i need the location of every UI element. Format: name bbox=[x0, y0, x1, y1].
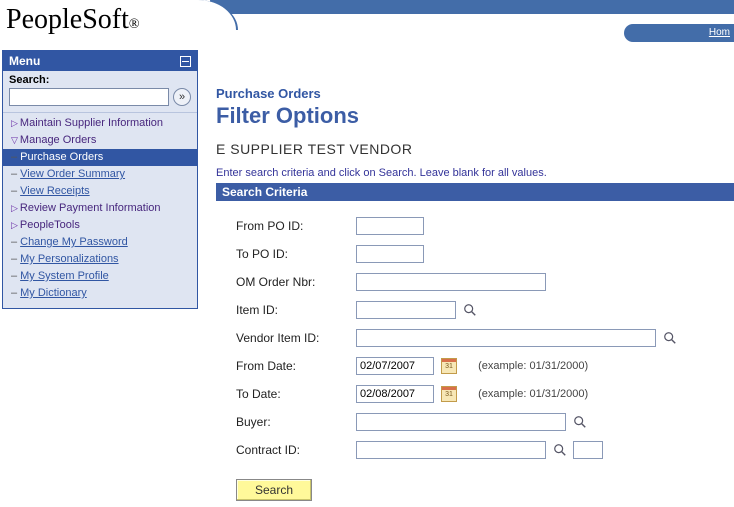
menu-header: Menu bbox=[3, 51, 197, 71]
main-content: Purchase Orders Filter Options E SUPPLIE… bbox=[200, 48, 734, 501]
from-date-example: (example: 01/31/2000) bbox=[478, 360, 588, 372]
search-hint: Enter search criteria and click on Searc… bbox=[216, 167, 734, 179]
menu-title: Menu bbox=[9, 54, 40, 68]
vendor-item-input[interactable] bbox=[356, 329, 656, 347]
logo: PeopleSoft® bbox=[6, 4, 140, 36]
search-button[interactable]: Search bbox=[236, 479, 312, 501]
sidebar-item-purchase-orders[interactable]: –Purchase Orders bbox=[3, 149, 197, 166]
sidebar-item-change-password[interactable]: –Change My Password bbox=[3, 234, 197, 251]
sidebar-item-system-profile[interactable]: –My System Profile bbox=[3, 268, 197, 285]
to-date-label: To Date: bbox=[236, 387, 356, 401]
item-id-label: Item ID: bbox=[236, 303, 356, 317]
collapse-icon[interactable] bbox=[180, 56, 191, 67]
menu-list: ▷Maintain Supplier Information ▽Manage O… bbox=[3, 113, 197, 308]
sidebar-item-view-order-summary[interactable]: –View Order Summary bbox=[3, 166, 197, 183]
triangle-icon: ▷ bbox=[11, 203, 18, 213]
menu-search-input[interactable] bbox=[9, 88, 169, 106]
to-po-input[interactable] bbox=[356, 245, 424, 263]
contract-input[interactable] bbox=[356, 441, 546, 459]
calendar-icon[interactable] bbox=[441, 358, 457, 374]
sidebar-item-personalizations[interactable]: –My Personalizations bbox=[3, 251, 197, 268]
sidebar: Menu Search: » ▷Maintain Supplier Inform… bbox=[0, 48, 200, 311]
from-po-input[interactable] bbox=[356, 217, 424, 235]
page-title: Filter Options bbox=[216, 103, 734, 129]
home-link[interactable]: Hom bbox=[709, 27, 730, 38]
menu-search: Search: » bbox=[3, 71, 197, 113]
contract-label: Contract ID: bbox=[236, 443, 356, 457]
sidebar-item-review-payment[interactable]: ▷Review Payment Information bbox=[3, 200, 197, 217]
lookup-icon[interactable] bbox=[572, 414, 588, 430]
menu-search-go-icon[interactable]: » bbox=[173, 88, 191, 106]
vendor-item-label: Vendor Item ID: bbox=[236, 331, 356, 345]
to-date-example: (example: 01/31/2000) bbox=[478, 388, 588, 400]
lookup-icon[interactable] bbox=[462, 302, 478, 318]
buyer-input[interactable] bbox=[356, 413, 566, 431]
sidebar-item-maintain-supplier[interactable]: ▷Maintain Supplier Information bbox=[3, 115, 197, 132]
triangle-down-icon: ▽ bbox=[11, 135, 18, 145]
to-po-label: To PO ID: bbox=[236, 247, 356, 261]
logo-text: PeopleSoft bbox=[6, 4, 129, 35]
header-cap: Hom bbox=[624, 24, 734, 42]
lookup-icon[interactable] bbox=[552, 442, 568, 458]
to-date-input[interactable] bbox=[356, 385, 434, 403]
from-po-label: From PO ID: bbox=[236, 219, 356, 233]
header-stripe bbox=[210, 0, 734, 14]
sidebar-item-manage-orders[interactable]: ▽Manage Orders bbox=[3, 132, 197, 149]
from-date-input[interactable] bbox=[356, 357, 434, 375]
search-form: From PO ID: PO's Waiting Acknowledgement… bbox=[216, 201, 734, 461]
calendar-icon[interactable] bbox=[441, 386, 457, 402]
section-header: Search Criteria bbox=[216, 183, 734, 201]
om-order-label: OM Order Nbr: bbox=[236, 275, 356, 289]
om-order-input[interactable] bbox=[356, 273, 546, 291]
buyer-label: Buyer: bbox=[236, 415, 356, 429]
from-date-label: From Date: bbox=[236, 359, 356, 373]
sidebar-item-dictionary[interactable]: –My Dictionary bbox=[3, 285, 197, 302]
sidebar-item-view-receipts[interactable]: –View Receipts bbox=[3, 183, 197, 200]
triangle-icon: ▷ bbox=[11, 118, 18, 128]
lookup-icon[interactable] bbox=[662, 330, 678, 346]
contract-suffix-input[interactable] bbox=[573, 441, 603, 459]
app-header: PeopleSoft® Hom bbox=[0, 0, 734, 48]
sidebar-item-peopletools[interactable]: ▷PeopleTools bbox=[3, 217, 197, 234]
vendor-name: E SUPPLIER TEST VENDOR bbox=[216, 141, 734, 157]
item-id-input[interactable] bbox=[356, 301, 456, 319]
breadcrumb: Purchase Orders bbox=[216, 86, 734, 101]
menu-search-label: Search: bbox=[9, 74, 191, 86]
triangle-icon: ▷ bbox=[11, 220, 18, 230]
menu-panel: Menu Search: » ▷Maintain Supplier Inform… bbox=[2, 50, 198, 309]
logo-suffix: ® bbox=[129, 17, 140, 32]
